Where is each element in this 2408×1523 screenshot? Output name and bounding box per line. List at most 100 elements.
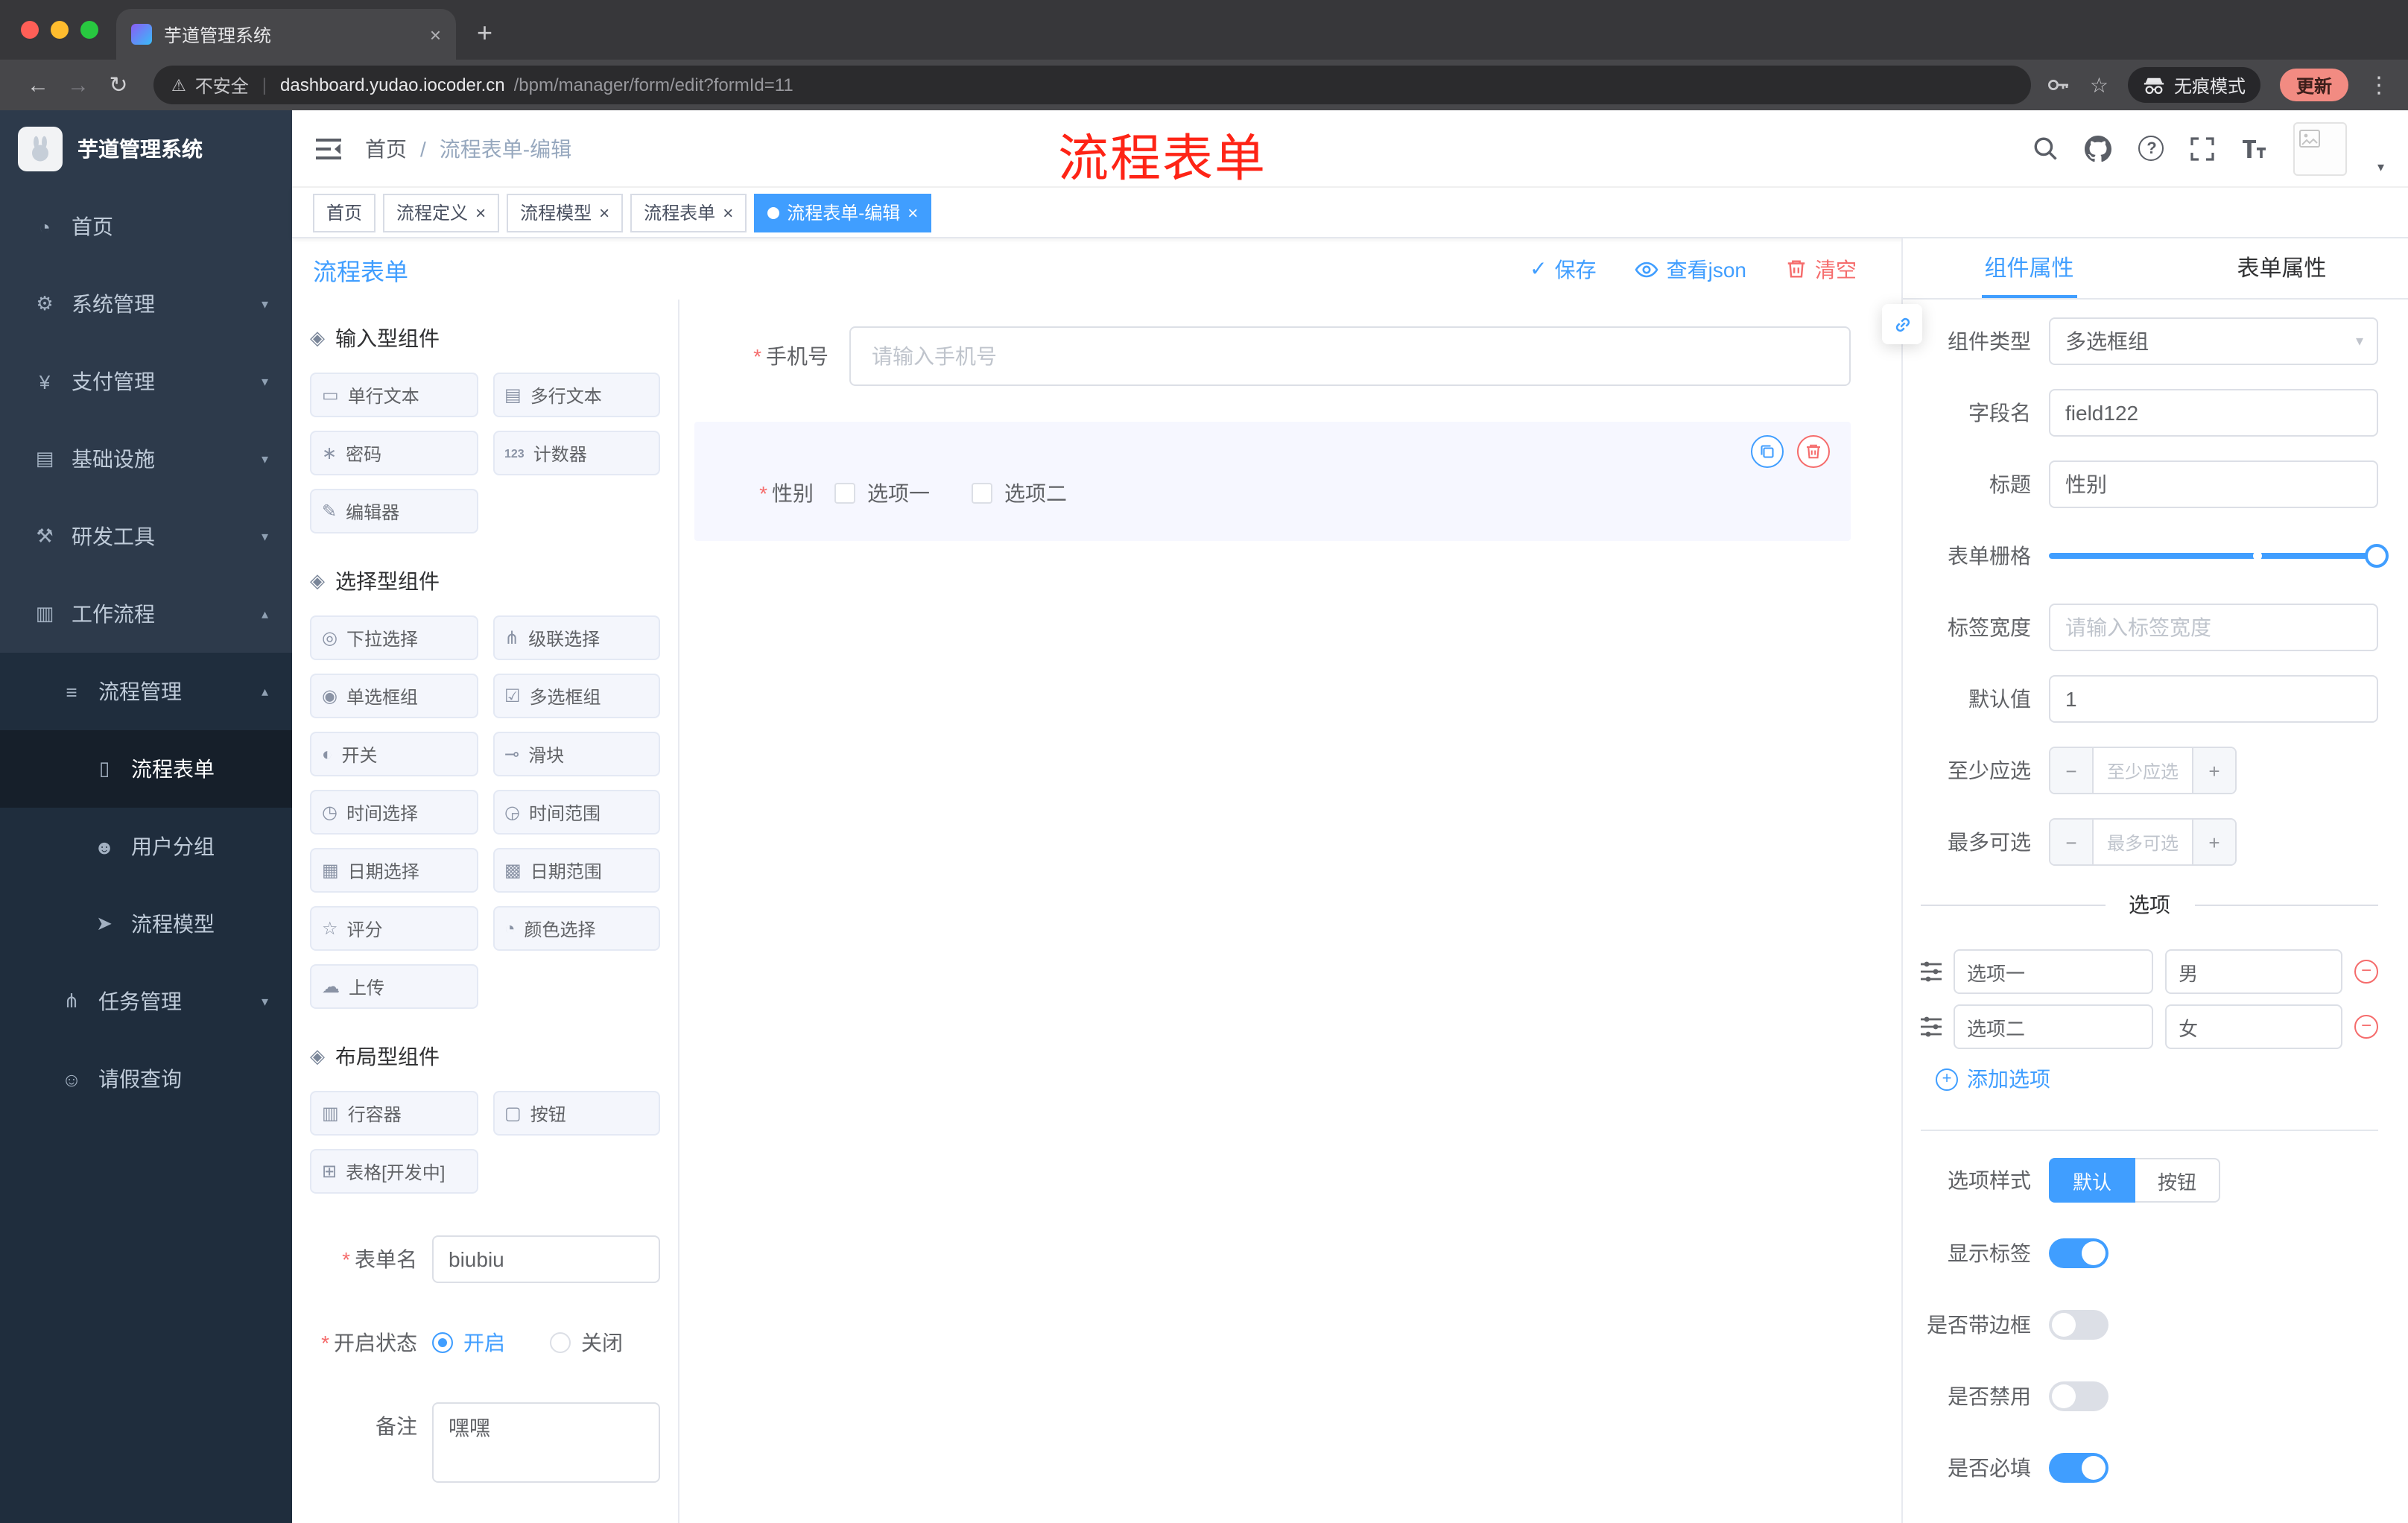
slider-handle[interactable] [2365,544,2389,568]
avatar[interactable] [2293,121,2348,175]
remove-option-icon[interactable]: − [2354,960,2378,984]
update-button[interactable]: 更新 [2279,69,2348,101]
form-remark-textarea[interactable]: 嘿嘿 [432,1402,660,1483]
sidebar-item-home[interactable]: ◔ 首页 [0,188,292,265]
password-key-icon[interactable] [2047,73,2070,97]
palette-item-switch[interactable]: ◐ 开关 [310,732,478,776]
palette-item-date-picker[interactable]: ▦ 日期选择 [310,848,478,893]
option-value-input[interactable] [2165,949,2342,994]
palette-item-color-picker[interactable]: ◔ 颜色选择 [492,906,660,951]
tag-process-form-edit[interactable]: 流程表单-编辑 × [754,193,932,232]
palette-item-button[interactable]: ▢ 按钮 [492,1091,660,1136]
sidebar-item-process-model[interactable]: ➤ 流程模型 [0,885,292,963]
phone-field-row[interactable]: * 手机号 [694,326,1851,386]
browser-menu-icon[interactable]: ⋮ [2368,72,2390,98]
palette-item-single-line-text[interactable]: ▭ 单行文本 [310,373,478,417]
reload-icon[interactable]: ↻ [98,72,139,98]
sidebar-item-leave-query[interactable]: ☺ 请假查询 [0,1040,292,1118]
min-select-placeholder[interactable]: 至少应选 [2094,748,2192,793]
sidebar-item-dev-tools[interactable]: ⚒ 研发工具 ▾ [0,498,292,575]
tag-process-model[interactable]: 流程模型 × [507,193,624,232]
option-label-input[interactable] [1954,1004,2154,1049]
browser-tab[interactable]: 芋道管理系统 × [116,9,456,60]
component-type-select[interactable]: 多选框组 ▾ [2049,317,2378,365]
phone-input[interactable] [849,326,1851,386]
back-icon[interactable]: ← [18,72,58,98]
palette-item-checkbox-group[interactable]: ☑ 多选框组 [492,674,660,718]
maximize-window-button[interactable] [80,21,98,39]
font-size-icon[interactable] [2242,138,2267,159]
sidebar-item-payment-management[interactable]: ¥ 支付管理 ▾ [0,343,292,420]
status-radio-off[interactable]: 关闭 [550,1328,623,1358]
field-name-input[interactable] [2049,389,2378,437]
sidebar-item-infrastructure[interactable]: ▤ 基础设施 ▾ [0,420,292,498]
palette-item-time-range[interactable]: ◶ 时间范围 [492,790,660,835]
close-window-button[interactable] [21,21,39,39]
palette-item-date-range[interactable]: ▩ 日期范围 [492,848,660,893]
tab-form-props[interactable]: 表单属性 [2155,238,2408,298]
increase-button[interactable]: + [2192,748,2235,793]
fullscreen-icon[interactable] [2191,136,2215,160]
drag-handle-icon[interactable] [1921,1015,1942,1039]
delete-component-button[interactable] [1797,435,1830,468]
border-switch[interactable] [2049,1310,2108,1340]
avatar-caret-icon[interactable]: ▾ [2377,159,2384,175]
tag-process-form[interactable]: 流程表单 × [630,193,747,232]
max-select-placeholder[interactable]: 最多可选 [2094,820,2192,864]
clear-button[interactable]: 清空 [1785,254,1857,284]
palette-item-upload[interactable]: ☁ 上传 [310,964,478,1009]
sidebar-item-process-form[interactable]: ▯ 流程表单 [0,730,292,808]
palette-item-row-container[interactable]: ▥ 行容器 [310,1091,478,1136]
palette-item-radio-group[interactable]: ◉ 单选框组 [310,674,478,718]
sidebar-item-workflow[interactable]: ▥ 工作流程 ▴ [0,575,292,653]
palette-item-slider[interactable]: ⊸ 滑块 [492,732,660,776]
help-icon[interactable]: ? [2138,136,2164,161]
palette-item-time-picker[interactable]: ◷ 时间选择 [310,790,478,835]
required-switch[interactable] [2049,1453,2108,1483]
copy-component-button[interactable] [1751,435,1784,468]
url-bar[interactable]: ⚠ 不安全 | dashboard.yudao.iocoder.cn/bpm/m… [153,66,2032,104]
bookmark-star-icon[interactable]: ☆ [2090,72,2108,98]
form-grid-slider[interactable] [2049,532,2389,580]
tag-close-icon[interactable]: × [907,202,918,223]
github-icon[interactable] [2085,135,2112,162]
status-radio-on[interactable]: 开启 [432,1328,505,1358]
forward-icon[interactable]: → [58,72,98,98]
palette-item-editor[interactable]: ✎ 编辑器 [310,489,478,533]
tag-process-definition[interactable]: 流程定义 × [383,193,500,232]
palette-item-multi-line-text[interactable]: ▤ 多行文本 [492,373,660,417]
minimize-window-button[interactable] [51,21,69,39]
tab-close-icon[interactable]: × [430,23,441,45]
drag-handle-icon[interactable] [1921,960,1942,984]
form-canvas[interactable]: * 手机号 请输入手机号 * 性别 选项一 选项二 [679,300,1901,1523]
increase-button[interactable]: + [2192,820,2235,864]
tag-close-icon[interactable]: × [475,202,486,223]
show-label-switch[interactable] [2049,1238,2108,1268]
gender-option-1[interactable]: 选项一 [834,478,930,508]
style-default-button[interactable]: 默认 [2049,1158,2136,1203]
tag-close-icon[interactable]: × [599,202,609,223]
title-input[interactable] [2049,460,2378,508]
option-label-input[interactable] [1954,949,2154,994]
save-button[interactable]: ✓ 保存 [1530,254,1596,284]
tag-close-icon[interactable]: × [723,202,733,223]
palette-item-table[interactable]: ⊞ 表格[开发中] [310,1149,478,1194]
search-icon[interactable] [2033,136,2059,161]
decrease-button[interactable]: − [2050,820,2094,864]
add-option-button[interactable]: + 添加选项 [1936,1064,2378,1094]
remove-option-icon[interactable]: − [2354,1015,2378,1039]
disabled-switch[interactable] [2049,1381,2108,1411]
sidebar-item-process-management[interactable]: ≡ 流程管理 ▴ [0,653,292,730]
collapse-sidebar-icon[interactable] [316,136,341,160]
option-value-input[interactable] [2165,1004,2342,1049]
palette-item-counter[interactable]: 123 计数器 [492,431,660,475]
breadcrumb-home[interactable]: 首页 [365,133,407,163]
default-value-input[interactable] [2049,675,2378,723]
label-width-input[interactable] [2049,604,2378,651]
sidebar-item-task-management[interactable]: ⋔ 任务管理 ▾ [0,963,292,1040]
tab-component-props[interactable]: 组件属性 [1903,238,2155,298]
new-tab-button[interactable]: + [477,18,492,49]
palette-item-cascader[interactable]: ⋔ 级联选择 [492,615,660,660]
palette-item-select[interactable]: ◎ 下拉选择 [310,615,478,660]
tag-home[interactable]: 首页 [313,193,376,232]
